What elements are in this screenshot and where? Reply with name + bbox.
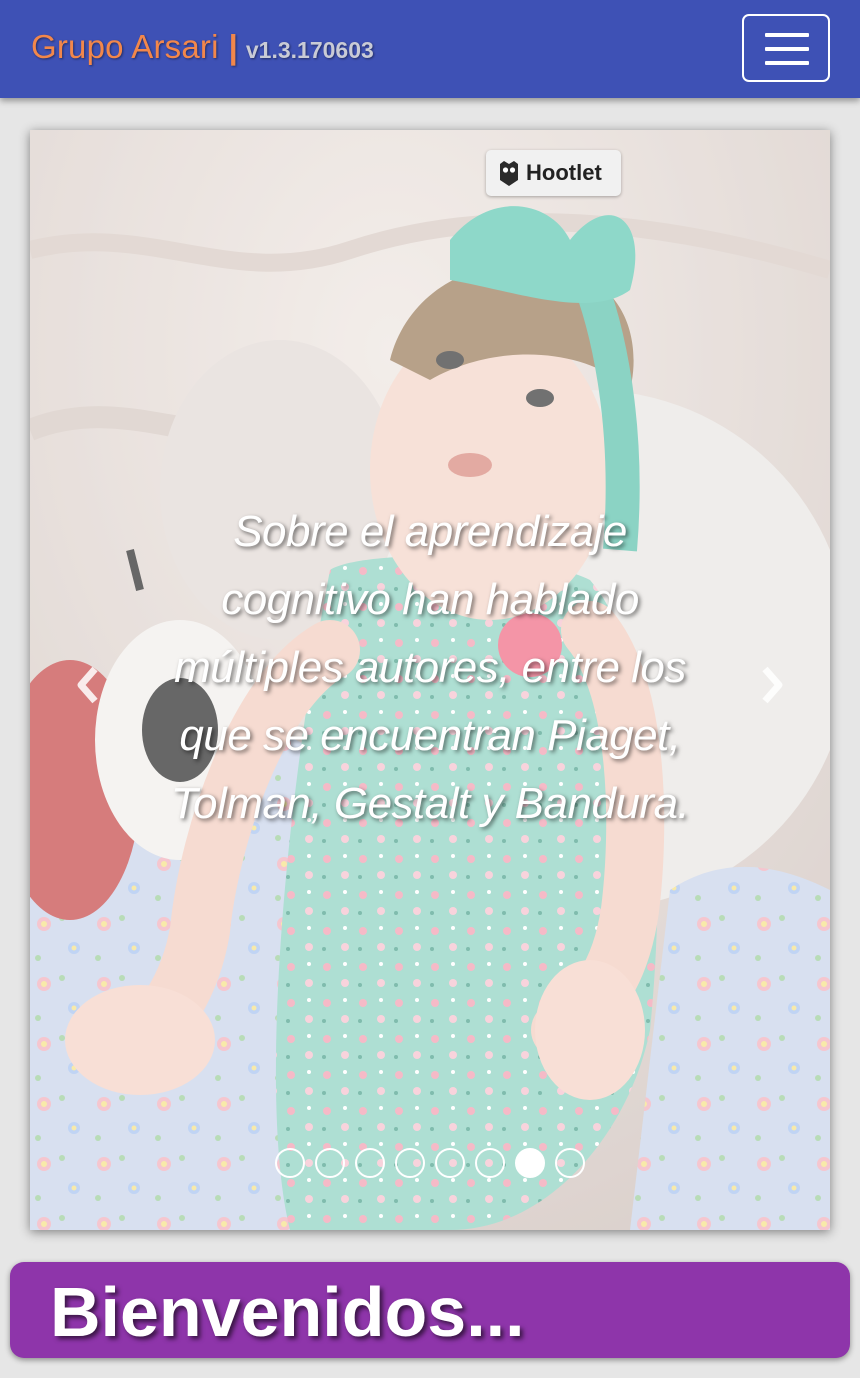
carousel-indicator-8[interactable]	[555, 1148, 585, 1178]
carousel-prev-button[interactable]	[62, 650, 112, 720]
carousel-indicator-5[interactable]	[435, 1148, 465, 1178]
brand-name: Grupo Arsari	[31, 28, 219, 65]
welcome-banner: Bienvenidos...	[10, 1262, 850, 1358]
carousel-indicators	[30, 1148, 830, 1178]
carousel-indicator-4[interactable]	[395, 1148, 425, 1178]
menu-toggle-button[interactable]	[742, 14, 830, 82]
carousel-next-button[interactable]	[748, 650, 798, 720]
hootlet-label: Hootlet	[526, 160, 602, 185]
brand-separator: |	[228, 28, 238, 65]
chevron-right-icon	[762, 666, 783, 704]
hootlet-badge[interactable]: Hootlet	[486, 150, 621, 196]
top-navbar: Grupo Arsari | v1.3.170603	[0, 0, 860, 98]
carousel-indicator-1[interactable]	[275, 1148, 305, 1178]
welcome-title: Bienvenidos...	[50, 1273, 525, 1351]
app-version: v1.3.170603	[245, 37, 374, 63]
chevron-left-icon	[77, 666, 98, 704]
carousel-indicator-2[interactable]	[315, 1148, 345, 1178]
image-carousel: Hootlet Sobre el aprendizaje cognitivo h…	[30, 130, 830, 1230]
carousel-indicator-6[interactable]	[475, 1148, 505, 1178]
brand-link[interactable]: Grupo Arsari | v1.3.170603	[31, 28, 374, 66]
owl-icon	[500, 161, 518, 186]
carousel-indicator-3[interactable]	[355, 1148, 385, 1178]
carousel-indicator-7[interactable]	[515, 1148, 545, 1178]
slide-caption: Sobre el aprendizaje cognitivo han habla…	[170, 507, 690, 828]
